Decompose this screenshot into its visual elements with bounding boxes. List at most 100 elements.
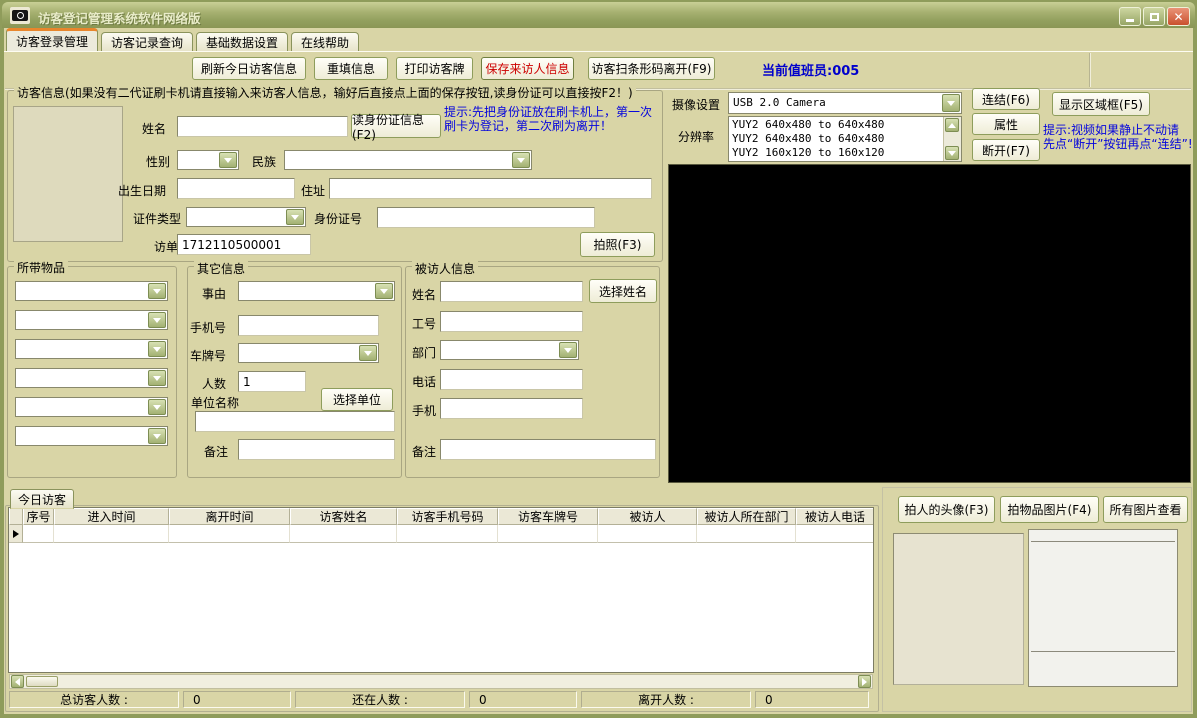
address-input[interactable] xyxy=(329,178,652,199)
chevron-down-icon xyxy=(148,283,166,299)
table-horizontal-scrollbar[interactable] xyxy=(9,674,873,689)
menu-tab-1[interactable]: 访客登录管理 xyxy=(6,28,99,51)
visited-remark-input[interactable] xyxy=(440,439,656,460)
visited-phone-input[interactable] xyxy=(440,369,583,390)
resolution-option[interactable]: YUY2 640x480 to 640x480 xyxy=(732,118,958,132)
chevron-down-icon xyxy=(512,152,530,168)
chevron-down-icon xyxy=(148,370,166,386)
carried-item-select-2[interactable] xyxy=(15,310,168,330)
visit-no-input[interactable] xyxy=(177,234,311,255)
carried-item-select-5[interactable] xyxy=(15,397,168,417)
barcode-leave-button[interactable]: 访客扫条形码离开(F9) xyxy=(588,57,715,80)
visited-name-input[interactable] xyxy=(440,281,583,302)
scrollbar-thumb[interactable] xyxy=(26,676,58,687)
menu-tab-3[interactable]: 基础数据设置 xyxy=(196,32,289,51)
scroll-left-icon[interactable] xyxy=(11,675,24,688)
select-name-button[interactable]: 选择姓名 xyxy=(589,279,657,303)
read-id-card-button[interactable]: 读身份证信息(F2) xyxy=(351,113,441,142)
save-visitor-button[interactable]: 保存来访人信息 xyxy=(481,57,574,80)
carried-item-select-6[interactable] xyxy=(15,426,168,446)
address-label: 住址 xyxy=(301,184,326,198)
connect-button[interactable]: 连结(F6) xyxy=(972,88,1040,110)
table-row[interactable] xyxy=(9,525,873,543)
capture-items-button[interactable]: 拍物品图片(F4) xyxy=(1000,496,1099,523)
scroll-down-icon[interactable] xyxy=(945,146,959,160)
nation-select[interactable] xyxy=(284,150,532,170)
id-number-input[interactable] xyxy=(377,207,595,228)
video-hint-line1: 提示:视频如果静止不动请 xyxy=(1043,123,1180,137)
minimize-icon xyxy=(1126,19,1134,22)
take-photo-button[interactable]: 拍照(F3) xyxy=(580,232,655,257)
unit-name-label: 单位名称 xyxy=(191,396,240,410)
people-count-input[interactable] xyxy=(238,371,306,392)
resolution-scrollbar[interactable] xyxy=(943,117,961,161)
today-visitors-tab[interactable]: 今日访客 xyxy=(10,489,74,509)
column-header-6[interactable]: 访客车牌号 xyxy=(498,508,598,525)
column-header-3[interactable]: 离开时间 xyxy=(169,508,290,525)
chevron-down-icon xyxy=(148,399,166,415)
carried-item-select-4[interactable] xyxy=(15,368,168,388)
resolution-listbox[interactable]: YUY2 640x480 to 640x480 YUY2 640x480 to 6… xyxy=(728,116,962,162)
visitor-remark-input[interactable] xyxy=(238,439,395,460)
carried-item-select-1[interactable] xyxy=(15,281,168,301)
visited-name-label: 姓名 xyxy=(412,288,437,302)
column-header-2[interactable]: 进入时间 xyxy=(54,508,169,525)
department-select[interactable] xyxy=(440,340,579,360)
title-bar[interactable]: 访客登记管理系统软件网络版 ✕ xyxy=(2,2,1195,28)
id-type-select[interactable] xyxy=(186,207,306,227)
column-header-7[interactable]: 被访人 xyxy=(598,508,697,525)
name-input[interactable] xyxy=(177,116,348,137)
item-images-panel[interactable] xyxy=(1028,529,1178,687)
properties-button[interactable]: 属性 xyxy=(972,113,1040,135)
refresh-today-visitors-button[interactable]: 刷新今日访客信息 xyxy=(192,57,306,80)
application-window: 访客登记管理系统软件网络版 ✕ 访客登录管理 访客记录查询 基础数据设置 在线帮助 刷… xyxy=(0,0,1197,718)
scroll-right-icon[interactable] xyxy=(858,675,871,688)
capture-face-button[interactable]: 拍人的头像(F3) xyxy=(898,496,995,523)
table-cell xyxy=(23,525,54,543)
unit-name-input[interactable] xyxy=(195,411,395,432)
left-count-value: 0 xyxy=(755,691,869,708)
plate-select[interactable] xyxy=(238,343,379,363)
column-header-4[interactable]: 访客姓名 xyxy=(290,508,397,525)
gender-label: 性别 xyxy=(146,155,171,169)
headshot-preview-panel xyxy=(893,533,1024,685)
display-area-button[interactable]: 显示区域框(F5) xyxy=(1052,92,1150,116)
scroll-up-icon[interactable] xyxy=(945,118,959,132)
chevron-down-icon xyxy=(148,341,166,357)
column-header-9[interactable]: 被访人电话 xyxy=(796,508,873,525)
still-inside-value: 0 xyxy=(469,691,577,708)
chevron-down-icon xyxy=(148,428,166,444)
table-cell xyxy=(169,525,290,543)
row-pointer-cell xyxy=(9,525,23,543)
print-badge-button[interactable]: 打印访客牌 xyxy=(396,57,473,80)
camera-device-select[interactable]: USB 2.0 Camera xyxy=(728,92,962,114)
resolution-label: 分辨率 xyxy=(678,130,715,144)
resolution-option[interactable]: YUY2 640x480 to 640x480 xyxy=(732,132,958,146)
maximize-button[interactable] xyxy=(1143,7,1165,26)
column-header-5[interactable]: 访客手机号码 xyxy=(397,508,498,525)
column-header-1[interactable]: 序号 xyxy=(23,508,54,525)
visited-mobile-input[interactable] xyxy=(440,398,583,419)
id-card-hint-line2: 刷卡为登记，第二次刷为离开！ xyxy=(444,119,613,133)
visitor-mobile-input[interactable] xyxy=(238,315,379,336)
select-unit-button[interactable]: 选择单位 xyxy=(321,388,393,411)
view-all-images-button[interactable]: 所有图片查看 xyxy=(1103,496,1188,523)
camera-video-area xyxy=(668,164,1191,483)
menu-tab-4[interactable]: 在线帮助 xyxy=(291,32,360,51)
reason-select[interactable] xyxy=(238,281,395,301)
carried-items-group-title: 所带物品 xyxy=(14,259,69,276)
gender-select[interactable] xyxy=(177,150,239,170)
today-visitors-table[interactable]: 序号 进入时间 离开时间 访客姓名 访客手机号码 访客车牌号 被访人 被访人所在部门 被访人电话 xyxy=(8,507,874,673)
chevron-down-icon xyxy=(148,312,166,328)
carried-item-select-3[interactable] xyxy=(15,339,168,359)
close-button[interactable]: ✕ xyxy=(1167,7,1190,26)
work-no-input[interactable] xyxy=(440,311,583,332)
refill-info-button[interactable]: 重填信息 xyxy=(314,57,388,80)
total-visitors-label: 总访客人数 : xyxy=(9,691,179,708)
resolution-option[interactable]: YUY2 160x120 to 160x120 xyxy=(732,146,958,160)
disconnect-button[interactable]: 断开(F7) xyxy=(972,139,1040,161)
birthdate-input[interactable] xyxy=(177,178,295,199)
column-header-8[interactable]: 被访人所在部门 xyxy=(697,508,796,525)
minimize-button[interactable] xyxy=(1119,7,1141,26)
menu-tab-2[interactable]: 访客记录查询 xyxy=(101,32,194,51)
